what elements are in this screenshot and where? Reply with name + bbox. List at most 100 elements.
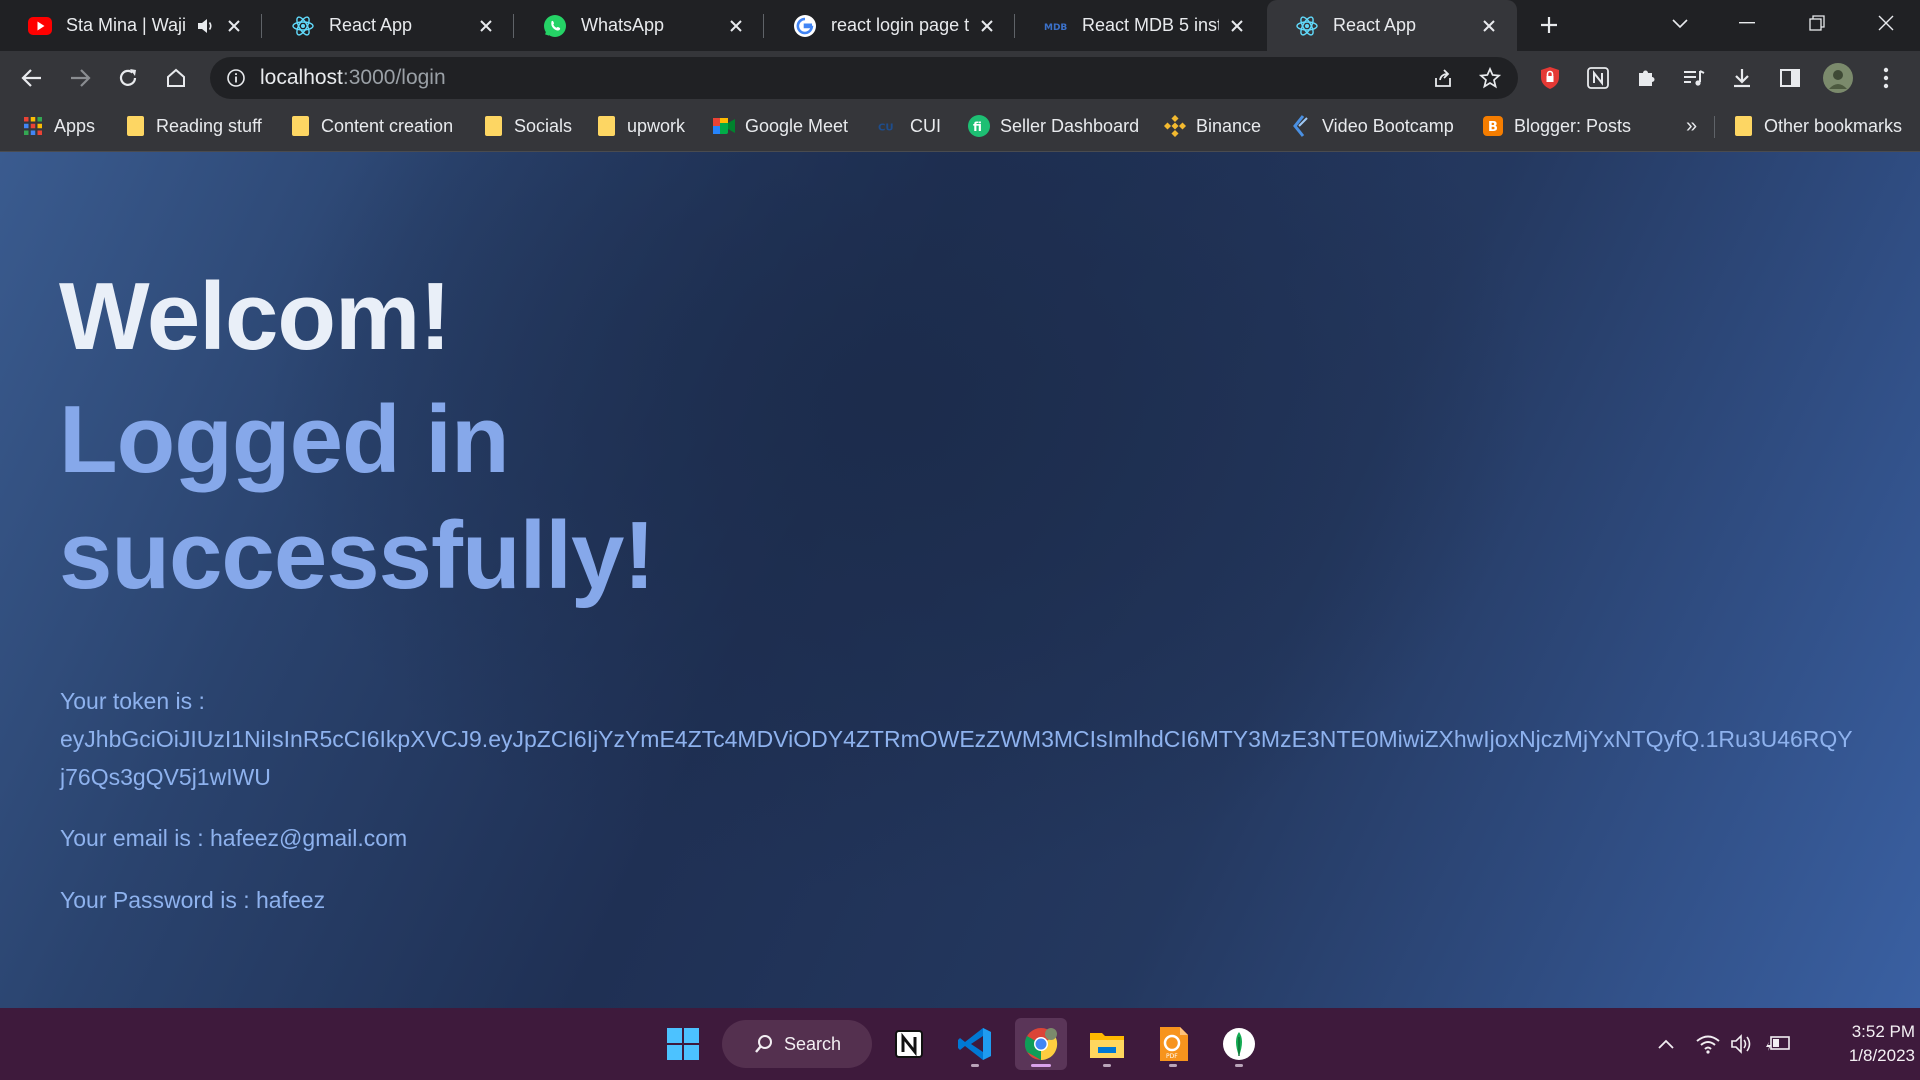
- mongodb-compass-icon[interactable]: [1213, 1018, 1265, 1070]
- adblock-extension-icon[interactable]: [1532, 60, 1568, 96]
- blogger-icon: B: [1482, 115, 1504, 137]
- tab-title: React App: [1333, 15, 1417, 35]
- clock-date: 1/8/2023: [1848, 1046, 1915, 1065]
- vscode-icon[interactable]: [949, 1018, 1001, 1070]
- browser-toolbar: localhost:3000/login: [0, 51, 1920, 104]
- tab-close-icon[interactable]: [476, 16, 496, 36]
- download-icon[interactable]: [1724, 60, 1760, 96]
- info-icon[interactable]: [224, 66, 248, 90]
- restore-button[interactable]: [1782, 0, 1852, 45]
- tab-title: React MDB 5 install: [1082, 15, 1219, 35]
- wifi-icon[interactable]: [1692, 1008, 1724, 1080]
- close-window-button[interactable]: [1851, 0, 1920, 45]
- file-explorer-icon[interactable]: [1081, 1018, 1133, 1070]
- pdf-reader-icon[interactable]: PDF: [1147, 1018, 1199, 1070]
- system-clock[interactable]: 3:52 PM 1/8/2023: [1805, 1020, 1915, 1068]
- windows-taskbar: Search PDF 3:52 PM 1/8/2023: [0, 1008, 1920, 1080]
- bookmark-reading-stuff[interactable]: Reading stuff: [124, 104, 262, 148]
- tab-react-mdb[interactable]: MDB React MDB 5 install: [1016, 0, 1265, 51]
- cui-icon: CU: [878, 115, 900, 137]
- bookmark-binance[interactable]: Binance: [1164, 104, 1261, 148]
- bookmark-content-creation[interactable]: Content creation: [289, 104, 453, 148]
- bookmark-video-bootcamp[interactable]: Video Bootcamp: [1290, 104, 1454, 148]
- tab-title: React App: [329, 15, 413, 35]
- volume-icon[interactable]: [1726, 1008, 1758, 1080]
- react-icon: [291, 14, 315, 38]
- tab-google-search[interactable]: react login page te: [765, 0, 1015, 51]
- bookmark-seller-dashboard[interactable]: fi Seller Dashboard: [968, 104, 1139, 148]
- folder-icon: [595, 115, 617, 137]
- whatsapp-icon: [543, 14, 567, 38]
- email-info: Your email is : hafeez@gmail.com: [60, 825, 408, 851]
- media-control-icon[interactable]: [1676, 60, 1712, 96]
- bookmark-cui[interactable]: CU CUI: [878, 104, 941, 148]
- tab-close-icon[interactable]: [977, 16, 997, 36]
- address-bar[interactable]: localhost:3000/login: [210, 57, 1518, 99]
- battery-icon[interactable]: [1762, 1008, 1794, 1080]
- tab-react-app-1[interactable]: React App: [263, 0, 514, 51]
- new-tab-button[interactable]: [1534, 10, 1564, 40]
- tab-close-icon[interactable]: [1479, 16, 1499, 36]
- tab-close-icon[interactable]: [1227, 16, 1247, 36]
- home-button[interactable]: [158, 60, 194, 96]
- bookmark-upwork[interactable]: upwork: [595, 104, 685, 148]
- notion-icon[interactable]: [883, 1018, 935, 1070]
- bookmark-label: upwork: [627, 115, 686, 136]
- bookmark-label: Google Meet: [745, 115, 849, 136]
- share-icon[interactable]: [1428, 63, 1458, 93]
- token-value-continued: j76Qs3gQV5j1wIWU: [60, 764, 271, 790]
- chrome-icon[interactable]: [1015, 1018, 1067, 1070]
- windows-start-icon[interactable]: [657, 1018, 709, 1070]
- clock-time: 3:52 PM: [1851, 1022, 1915, 1041]
- show-hidden-icons-chevron-icon[interactable]: [1650, 1008, 1682, 1080]
- back-button[interactable]: [14, 60, 50, 96]
- google-meet-icon: [713, 115, 735, 137]
- page-content: Welcom! Logged in successfully! Your tok…: [0, 152, 1920, 1008]
- overflow-chevron-icon: »: [1686, 114, 1698, 137]
- svg-text:MDB: MDB: [1044, 23, 1067, 33]
- profile-avatar[interactable]: [1820, 60, 1856, 96]
- bookmark-google-meet[interactable]: Google Meet: [713, 104, 848, 148]
- bookmark-label: Other bookmarks: [1764, 115, 1903, 136]
- forward-button[interactable]: [62, 60, 98, 96]
- bookmarks-overflow-button[interactable]: »: [1686, 104, 1697, 148]
- tab-whatsapp[interactable]: WhatsApp: [515, 0, 764, 51]
- svg-text:B: B: [1488, 120, 1498, 135]
- extensions-puzzle-icon[interactable]: [1628, 60, 1664, 96]
- password-info: Your Password is : hafeez: [60, 887, 326, 913]
- folder-icon: [1732, 115, 1754, 137]
- tab-close-icon[interactable]: [224, 16, 244, 36]
- welcome-heading: Welcom!: [59, 263, 451, 370]
- divider: [1714, 116, 1715, 138]
- tab-youtube[interactable]: Sta Mina | Waji: [0, 0, 262, 51]
- svg-text:fi: fi: [973, 120, 982, 134]
- tab-close-icon[interactable]: [726, 16, 746, 36]
- other-bookmarks[interactable]: Other bookmarks: [1732, 104, 1902, 148]
- bookmark-apps[interactable]: Apps: [22, 104, 95, 148]
- tab-search-chevron-icon[interactable]: [1645, 0, 1715, 45]
- search-label: Search: [784, 1033, 842, 1054]
- token-value: eyJhbGciOiJIUzI1NiIsInR5cCI6IkpXVCJ9.eyJ…: [60, 726, 1853, 752]
- bookmark-label: Video Bootcamp: [1322, 115, 1454, 136]
- bookmark-label: Reading stuff: [156, 115, 262, 136]
- speaker-icon[interactable]: [196, 16, 216, 36]
- bookmark-blogger[interactable]: B Blogger: Posts: [1482, 104, 1631, 148]
- bookmark-star-icon[interactable]: [1475, 63, 1505, 93]
- bootcamp-icon: [1290, 115, 1312, 137]
- tab-react-app-active[interactable]: React App: [1267, 0, 1517, 51]
- svg-text:PDF: PDF: [1166, 1053, 1178, 1060]
- taskbar-search[interactable]: Search: [722, 1020, 872, 1068]
- bookmark-socials[interactable]: Socials: [482, 104, 572, 148]
- success-heading-line1: Logged in: [59, 386, 510, 493]
- bookmark-label: CUI: [910, 115, 941, 136]
- minimize-button[interactable]: [1712, 0, 1782, 45]
- chrome-menu-icon[interactable]: [1868, 60, 1904, 96]
- mdb-icon: MDB: [1044, 14, 1068, 38]
- token-info: Your token is : eyJhbGciOiJIUzI1NiIsInR5…: [60, 682, 1920, 796]
- url-text[interactable]: localhost:3000/login: [260, 57, 446, 99]
- side-panel-icon[interactable]: [1772, 60, 1808, 96]
- reload-button[interactable]: [110, 60, 146, 96]
- apps-grid-icon: [22, 115, 44, 137]
- notion-extension-icon[interactable]: [1580, 60, 1616, 96]
- bookmark-label: Apps: [54, 115, 96, 136]
